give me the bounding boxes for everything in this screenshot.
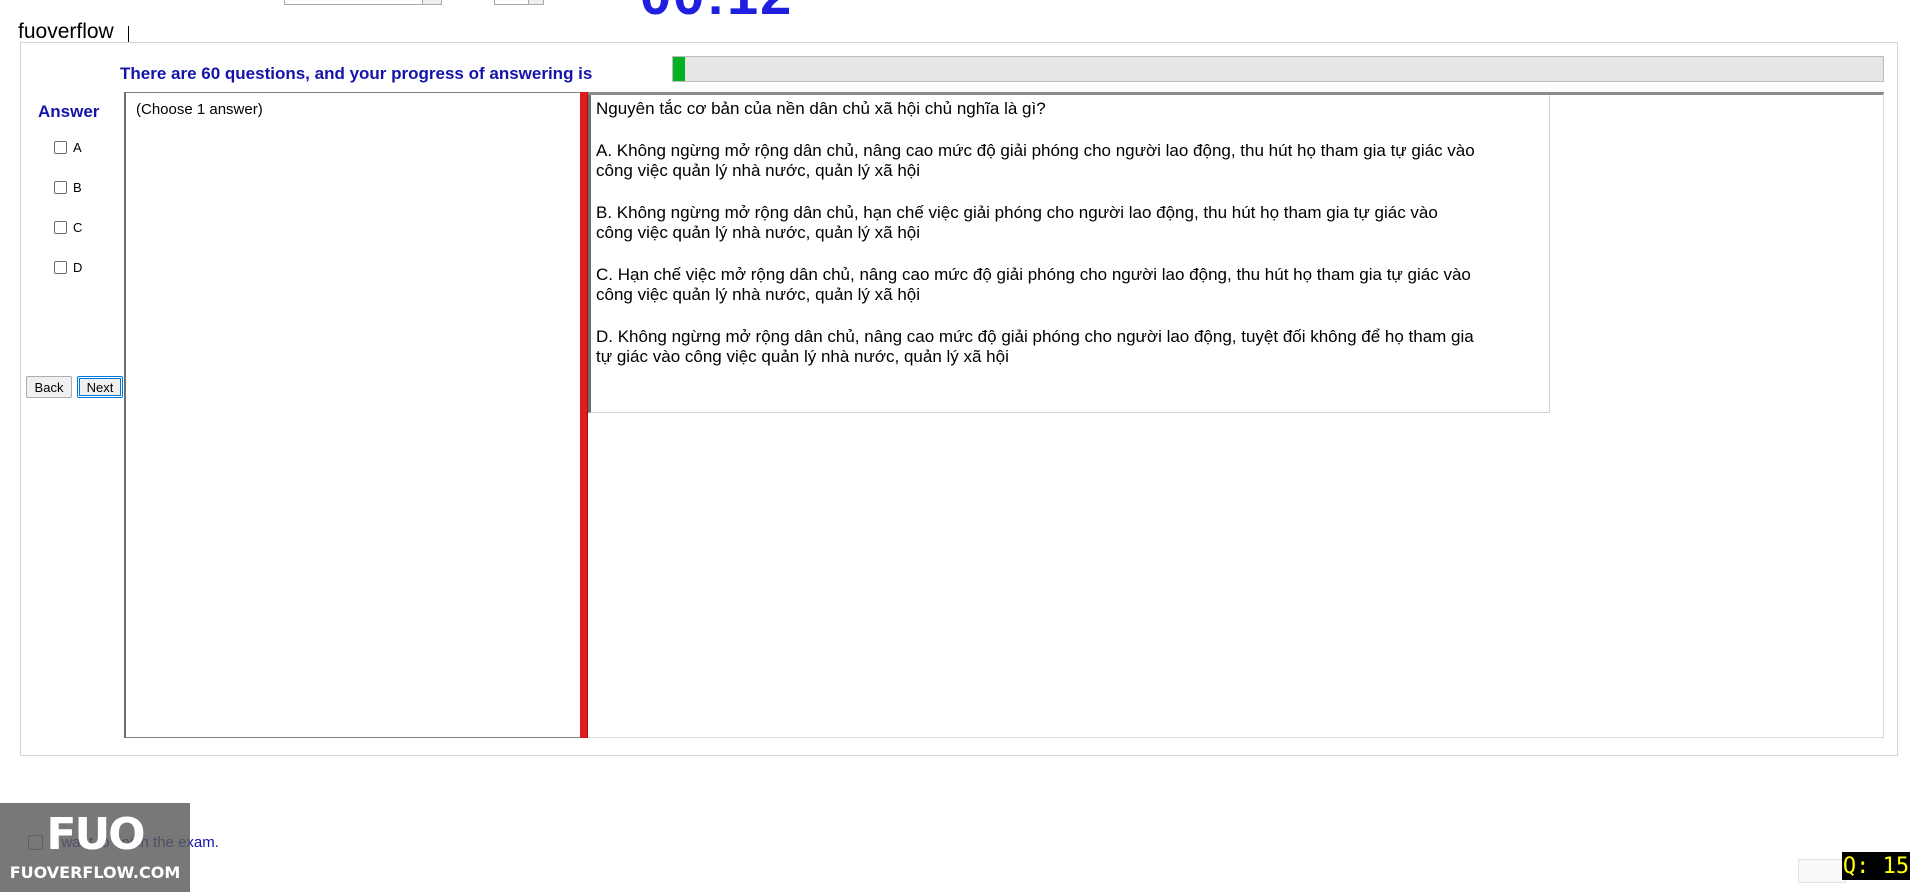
checkbox-d[interactable] [54,261,67,274]
progress-bar [672,56,1884,82]
logo-text: FUOVERFLOW.COM [9,863,181,882]
option-label-c: C [73,220,83,235]
answer-option-a[interactable]: A [54,140,82,155]
checkbox-b[interactable] [54,181,67,194]
choose-pane: (Choose 1 answer) [124,92,584,738]
watermark-label: fuoverflow [18,20,114,43]
spin-arrow-icon[interactable] [528,0,543,4]
clipped-spinbox[interactable] [494,0,544,5]
watermark-text: fuoverflow [18,20,129,44]
option-label-b: B [73,180,82,195]
pane-splitter[interactable] [580,92,588,738]
hidden-button[interactable] [1798,859,1846,883]
question-number-badge: Q: 15 [1842,852,1910,880]
answer-option-b[interactable]: B [54,180,82,195]
choice-a-text: A. Không ngừng mở rộng dân chủ, nâng cao… [596,141,1475,180]
answer-option-c[interactable]: C [54,220,82,235]
clipped-combobox[interactable] [284,0,442,5]
answer-option-d[interactable]: D [54,260,82,275]
choice-c-text: C. Hạn chế việc mở rộng dân chủ, nâng ca… [596,265,1471,304]
fuoverflow-logo: FUO FUOVERFLOW.COM [0,803,190,892]
next-button[interactable]: Next [77,376,123,398]
choice-b-text: B. Không ngừng mở rộng dân chủ, hạn chế … [596,203,1438,242]
progress-label: There are 60 questions, and your progres… [120,64,593,83]
option-label-a: A [73,140,82,155]
question-content: Nguyên tắc cơ bản của nền dân chủ xã hội… [588,95,1550,413]
option-label-d: D [73,260,83,275]
choose-instruction: (Choose 1 answer) [136,101,263,118]
checkbox-c[interactable] [54,221,67,234]
progress-fill [673,57,686,81]
answer-heading: Answer [38,102,100,121]
question-stem: Nguyên tắc cơ bản của nền dân chủ xã hội… [596,99,1046,118]
dropdown-arrow-icon[interactable] [422,0,441,4]
countdown-timer: 00:12 [640,0,793,23]
choice-d-text: D. Không ngừng mở rộng dân chủ, nâng cao… [596,327,1474,366]
back-button[interactable]: Back [26,376,72,398]
checkbox-a[interactable] [54,141,67,154]
logo-mark: FUO [46,809,145,860]
